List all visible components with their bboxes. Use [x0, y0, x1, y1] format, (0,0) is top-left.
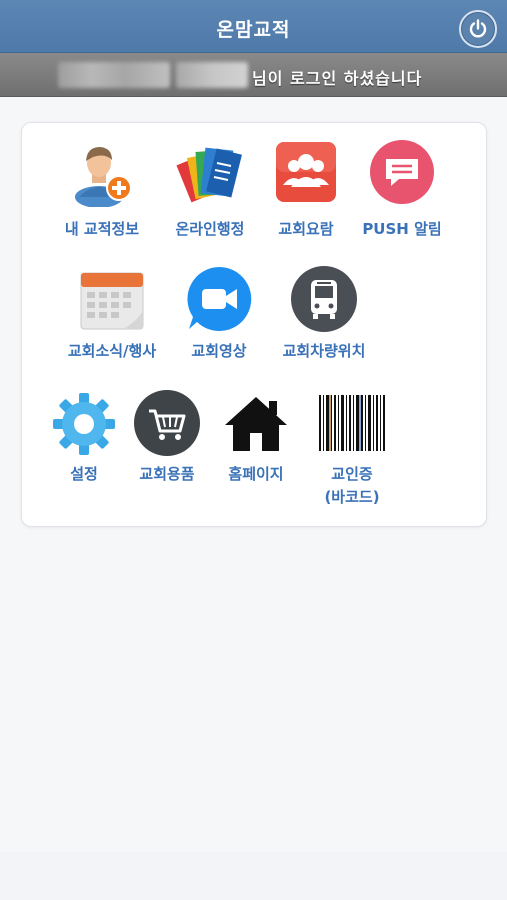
menu-label-sub: (바코드): [324, 488, 380, 506]
gear-icon: [53, 393, 115, 455]
app-title: 온맘교적: [216, 19, 291, 41]
menu-member-card[interactable]: 교인증 (바코드): [302, 387, 402, 517]
app-header: 온맘교적: [0, 0, 507, 53]
user-id-redacted: [176, 62, 248, 88]
login-message: 님이 로그인 하셨습니다: [252, 69, 423, 88]
user-add-icon: [75, 147, 132, 207]
menu-push-alarm[interactable]: PUSH 알림: [352, 137, 452, 247]
menu-label: PUSH 알림: [362, 220, 442, 238]
people-group-icon: [276, 142, 336, 202]
login-status-bar: 님이 로그인 하셨습니다: [0, 53, 507, 97]
message-icon: [370, 140, 434, 204]
menu-label: 교회차량위치: [282, 342, 366, 360]
menu-my-info[interactable]: 내 교적정보: [52, 137, 152, 247]
logout-button[interactable]: [459, 10, 497, 48]
menu-church-news[interactable]: 교회소식/행사: [62, 263, 162, 373]
power-icon: [469, 19, 487, 38]
barcode-icon: [319, 395, 385, 451]
calendar-icon: [80, 272, 144, 330]
menu-card: 내 교적정보 온라인행정 교회요람 PUSH 알림 교회소식/행사 교회영상 교…: [21, 122, 487, 527]
video-camera-icon: [187, 266, 252, 331]
home-icon: [225, 397, 287, 451]
footer-area: [0, 852, 507, 900]
menu-bus-location[interactable]: 교회차량위치: [274, 263, 374, 373]
menu-label: 교인증: [331, 465, 373, 483]
bus-icon: [291, 266, 357, 332]
documents-icon: [176, 147, 242, 203]
shopping-cart-icon: [134, 390, 200, 456]
user-name-redacted: [58, 62, 170, 88]
